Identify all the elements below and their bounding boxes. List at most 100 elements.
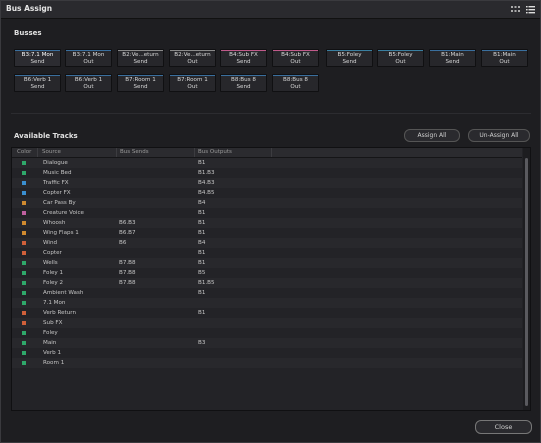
bus-button[interactable]: B4:Sub FX Out xyxy=(272,49,319,67)
track-bus-sends: B7.B8 xyxy=(119,280,136,286)
table-row[interactable]: Music Bed B1.B3 xyxy=(12,168,522,178)
close-button[interactable]: Close xyxy=(475,420,532,434)
track-color-swatch xyxy=(22,181,26,185)
bus-color-bar xyxy=(273,50,318,51)
bus-button[interactable]: B5:Foley Out xyxy=(377,49,424,67)
bus-button[interactable]: B5:Foley Send xyxy=(326,49,373,67)
table-row[interactable]: Foley 1 B7.B8 B5 xyxy=(12,268,522,278)
list-view-icon[interactable] xyxy=(526,5,535,14)
track-source: Foley xyxy=(43,330,58,336)
bus-color-bar xyxy=(66,75,111,76)
track-color-swatch xyxy=(22,191,26,195)
track-source: Room 1 xyxy=(43,360,65,366)
track-source: Wing Flaps 1 xyxy=(43,230,79,236)
bus-name: B7:Room 1 xyxy=(125,77,156,83)
table-row[interactable]: Verb Return B1 xyxy=(12,308,522,318)
table-row[interactable]: Foley 2 B7.B8 B1.B5 xyxy=(12,278,522,288)
track-color-swatch xyxy=(22,341,26,345)
bus-type: Send xyxy=(133,59,148,65)
bus-type: Out xyxy=(290,84,301,90)
bus-type: Send xyxy=(30,84,45,90)
track-bus-outputs: B1 xyxy=(198,250,206,256)
table-row[interactable]: Sub FX xyxy=(12,318,522,328)
track-source: Ambient Wash xyxy=(43,290,84,296)
bus-button[interactable]: B6:Verb 1 Out xyxy=(65,74,112,92)
table-row[interactable]: Main B3 xyxy=(12,338,522,348)
bus-name: B8:Bus 8 xyxy=(231,77,256,83)
grid-view-icon[interactable] xyxy=(511,5,520,14)
table-row[interactable]: Verb 1 xyxy=(12,348,522,358)
table-row[interactable]: Room 1 xyxy=(12,358,522,368)
column-divider[interactable] xyxy=(271,148,272,157)
track-color-swatch xyxy=(22,161,26,165)
bus-button[interactable]: B1:Main Out xyxy=(481,49,528,67)
bus-button[interactable]: B6:Verb 1 Send xyxy=(14,74,61,92)
column-divider[interactable] xyxy=(116,148,117,157)
assign-all-button[interactable]: Assign All xyxy=(404,129,460,142)
track-color-swatch xyxy=(22,171,26,175)
table-row[interactable]: 7.1 Mon xyxy=(12,298,522,308)
bus-button[interactable]: B8:Bus 8 Out xyxy=(272,74,319,92)
bus-button[interactable]: B3:7.1 Mon Send xyxy=(14,49,61,67)
bus-button[interactable]: B4:Sub FX Send xyxy=(220,49,267,67)
track-source: Copter FX xyxy=(43,190,71,196)
table-row[interactable]: Wing Flaps 1 B6.B7 B1 xyxy=(12,228,522,238)
track-bus-outputs: B4 xyxy=(198,200,206,206)
available-tracks-label: Available Tracks xyxy=(14,132,78,140)
table-row[interactable]: Wind B6 B4 xyxy=(12,238,522,248)
track-color-swatch xyxy=(22,211,26,215)
table-row[interactable]: Copter FX B4.B5 xyxy=(12,188,522,198)
bus-button[interactable]: B2:Ve...eturn Send xyxy=(117,49,164,67)
column-header-bus-sends[interactable]: Bus Sends xyxy=(120,149,149,155)
bus-name: B7:Room 1 xyxy=(177,77,208,83)
window-title: Bus Assign xyxy=(6,4,53,13)
track-bus-outputs: B1.B3 xyxy=(198,170,215,176)
table-row[interactable]: Dialogue B1 xyxy=(12,158,522,168)
bus-button[interactable]: B3:7.1 Mon Out xyxy=(65,49,112,67)
track-bus-outputs: B1 xyxy=(198,210,206,216)
column-header-color[interactable]: Color xyxy=(17,149,31,155)
track-bus-outputs: B4.B5 xyxy=(198,190,215,196)
bus-type: Send xyxy=(445,59,460,65)
column-divider[interactable] xyxy=(194,148,195,157)
scrollbar-thumb[interactable] xyxy=(525,158,528,406)
track-source: Foley 1 xyxy=(43,270,64,276)
bus-name: B4:Sub FX xyxy=(281,52,310,58)
bus-type: Send xyxy=(236,84,251,90)
table-row[interactable]: Copter B1 xyxy=(12,248,522,258)
bus-name: B3:7.1 Mon xyxy=(21,52,54,58)
table-row[interactable]: Wells B7.B8 B1 xyxy=(12,258,522,268)
bus-button[interactable]: B7:Room 1 Out xyxy=(169,74,216,92)
column-divider[interactable] xyxy=(37,148,38,157)
bus-color-bar xyxy=(170,75,215,76)
bus-name: B1:Main xyxy=(493,52,516,58)
track-source: Traffic FX xyxy=(43,180,69,186)
bus-button[interactable]: B7:Room 1 Send xyxy=(117,74,164,92)
track-color-swatch xyxy=(22,201,26,205)
track-bus-sends: B6.B3 xyxy=(119,220,136,226)
track-bus-outputs: B4.B3 xyxy=(198,180,215,186)
column-header-source[interactable]: Source xyxy=(42,149,61,155)
bus-color-bar xyxy=(221,50,266,51)
bus-name: B5:Foley xyxy=(388,52,413,58)
track-bus-outputs: B1 xyxy=(198,160,206,166)
table-row[interactable]: Whoosh B6.B3 B1 xyxy=(12,218,522,228)
bus-button[interactable]: B1:Main Send xyxy=(429,49,476,67)
table-row[interactable]: Foley xyxy=(12,328,522,338)
table-row[interactable]: Ambient Wash B1 xyxy=(12,288,522,298)
bus-color-bar xyxy=(15,75,60,76)
bus-button[interactable]: B8:Bus 8 Send xyxy=(220,74,267,92)
track-source: Wells xyxy=(43,260,58,266)
table-row[interactable]: Car Pass By B4 xyxy=(12,198,522,208)
bus-type: Out xyxy=(187,84,198,90)
unassign-all-button[interactable]: Un-Assign All xyxy=(468,129,530,142)
track-color-swatch xyxy=(22,331,26,335)
column-header-bus-outputs[interactable]: Bus Outputs xyxy=(198,149,232,155)
table-row[interactable]: Creature Voice B1 xyxy=(12,208,522,218)
table-row[interactable]: Traffic FX B4.B3 xyxy=(12,178,522,188)
bus-color-bar xyxy=(378,50,423,51)
track-color-swatch xyxy=(22,311,26,315)
bus-button[interactable]: B2:Ve...eturn Out xyxy=(169,49,216,67)
track-source: Main xyxy=(43,340,57,346)
bus-type: Send xyxy=(236,59,251,65)
